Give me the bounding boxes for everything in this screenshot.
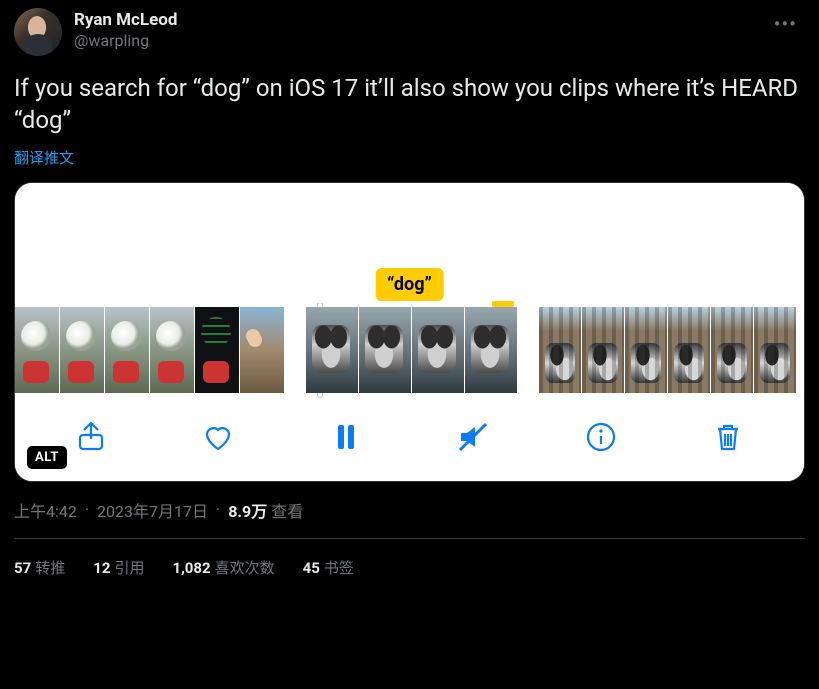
clip-frame (15, 307, 59, 393)
retweets-link[interactable]: 57转推 (14, 557, 65, 578)
clip-1[interactable] (15, 307, 284, 393)
bookmarks-link[interactable]: 45书签 (303, 557, 354, 578)
tweet-time[interactable]: 上午4:42 (14, 498, 77, 522)
tweet-header: Ryan McLeod @warpling ••• (14, 8, 805, 56)
clip-frame (539, 307, 581, 393)
likes-count: 1,082 (172, 559, 210, 577)
info-icon (584, 420, 618, 458)
clip-frame (105, 307, 149, 393)
clip-frame (306, 307, 358, 393)
quotes-label: 引用 (114, 559, 144, 577)
clip-3[interactable] (539, 307, 796, 393)
likes-label: 喜欢次数 (215, 559, 275, 577)
clip-frame (359, 307, 411, 393)
display-name: Ryan McLeod (74, 10, 754, 30)
tweet-meta: 上午4:42 · 2023年7月17日 · 8.9万 查看 (14, 498, 805, 522)
likes-link[interactable]: 1,082 喜欢次数 (172, 557, 274, 578)
tweet-text: If you search for “dog” on iOS 17 it’ll … (14, 72, 805, 137)
share-icon (74, 420, 108, 458)
search-tag: “dog” (375, 268, 444, 301)
clip-frame (240, 307, 284, 393)
pause-button[interactable] (324, 417, 368, 461)
mute-button[interactable] (451, 417, 495, 461)
clip-frame (60, 307, 104, 393)
clip-frame (195, 307, 239, 393)
clip-frame (754, 307, 796, 393)
clip-frame (668, 307, 710, 393)
clip-frame (150, 307, 194, 393)
retweets-label: 转推 (35, 559, 65, 577)
retweets-count: 57 (14, 559, 31, 577)
clip-frame (412, 307, 464, 393)
quotes-count: 12 (93, 559, 110, 577)
tweet-date[interactable]: 2023年7月17日 (97, 498, 208, 522)
clip-frame (625, 307, 667, 393)
video-filmstrip[interactable] (15, 303, 804, 399)
trash-icon (711, 420, 745, 458)
clip-frame (582, 307, 624, 393)
clip-2[interactable] (306, 307, 517, 393)
media-toolbar (15, 399, 804, 481)
pause-icon (329, 420, 363, 458)
like-button[interactable] (196, 417, 240, 461)
clip-frame (465, 307, 517, 393)
info-button[interactable] (579, 417, 623, 461)
quotes-link[interactable]: 12引用 (93, 557, 144, 578)
avatar[interactable] (14, 8, 62, 56)
bookmarks-label: 书签 (324, 559, 354, 577)
more-button[interactable]: ••• (766, 8, 805, 40)
dot-separator: · (85, 500, 89, 519)
tweet-container: Ryan McLeod @warpling ••• If you search … (14, 8, 805, 582)
views-count: 8.9万 (228, 498, 267, 522)
alt-badge[interactable]: ALT (27, 446, 67, 469)
bookmarks-count: 45 (303, 559, 320, 577)
engagement-counts: 57转推 12引用 1,082 喜欢次数 45书签 (14, 539, 805, 582)
media-top: “dog” (15, 183, 804, 303)
dot-separator: · (216, 500, 220, 519)
share-button[interactable] (69, 417, 113, 461)
translate-link[interactable]: 翻译推文 (14, 147, 805, 168)
mute-icon (456, 420, 490, 458)
handle: @warpling (74, 31, 754, 50)
heart-icon (201, 420, 235, 458)
clip-frame (711, 307, 753, 393)
delete-button[interactable] (706, 417, 750, 461)
views-label: 查看 (271, 498, 303, 522)
author-names[interactable]: Ryan McLeod @warpling (74, 8, 754, 50)
media-card[interactable]: “dog” (14, 182, 805, 482)
